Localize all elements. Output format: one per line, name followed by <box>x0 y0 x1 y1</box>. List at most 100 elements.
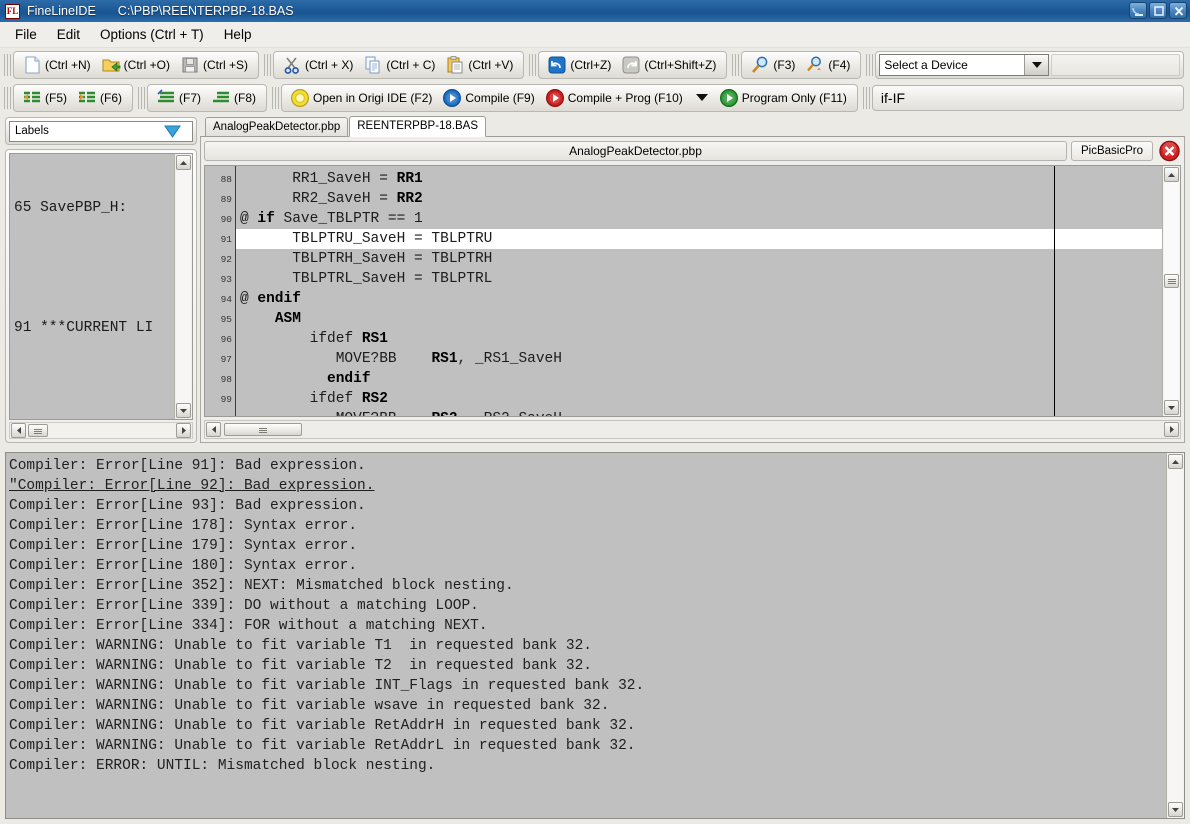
compile-and-program-button[interactable]: Compile + Prog (F10) <box>541 86 689 110</box>
scroll-down-icon[interactable] <box>176 403 191 418</box>
open-file-button[interactable]: (Ctrl +O) <box>97 53 176 77</box>
output-line[interactable]: Compiler: WARNING: Unable to fit variabl… <box>9 736 1166 756</box>
list-item[interactable] <box>14 258 174 278</box>
find-button[interactable]: (F3) <box>746 53 801 77</box>
output-line[interactable]: Compiler: Error[Line 339]: DO without a … <box>9 596 1166 616</box>
output-line[interactable]: Compiler: WARNING: Unable to fit variabl… <box>9 636 1166 656</box>
output-line[interactable]: Compiler: WARNING: Unable to fit variabl… <box>9 676 1166 696</box>
scroll-down-icon[interactable] <box>1164 400 1179 415</box>
menu-edit[interactable]: Edit <box>48 24 89 45</box>
code-line[interactable]: ifdef RS2 <box>236 389 1162 409</box>
find-next-button[interactable]: (F4) <box>801 53 856 77</box>
output-line[interactable]: Compiler: ERROR: UNTIL: Mismatched block… <box>9 756 1166 776</box>
device-combobox[interactable]: Select a Device <box>879 54 1049 76</box>
toolbar-grip[interactable] <box>529 54 536 76</box>
labels-mode-combobox[interactable]: Labels <box>9 121 193 142</box>
tab-analogpeakdetector[interactable]: AnalogPeakDetector.pbp <box>205 117 348 136</box>
cut-button[interactable]: (Ctrl + X) <box>278 53 359 77</box>
copy-button[interactable]: (Ctrl + C) <box>359 53 441 77</box>
editor-scroll-track[interactable] <box>1164 182 1179 400</box>
chevron-down-icon[interactable] <box>1024 55 1048 75</box>
close-circle-icon[interactable] <box>1157 140 1181 162</box>
toolbar-grip[interactable] <box>138 87 145 109</box>
menu-file[interactable]: File <box>6 24 46 45</box>
build-options-dropdown[interactable] <box>689 87 715 109</box>
open-in-original-ide-button[interactable]: Open in Origi IDE (F2) <box>286 86 438 110</box>
tab-reenterpbp[interactable]: REENTERPBP-18.BAS <box>349 116 486 137</box>
close-button[interactable] <box>1169 2 1187 19</box>
compiler-output-text[interactable]: Compiler: Error[Line 91]: Bad expression… <box>6 453 1166 818</box>
code-text[interactable]: RR1_SaveH = RR1 RR2_SaveH = RR2 @ if Sav… <box>236 166 1162 416</box>
language-button[interactable]: PicBasicPro <box>1071 141 1153 161</box>
save-file-button[interactable]: (Ctrl +S) <box>176 53 254 77</box>
scroll-down-icon[interactable] <box>1168 802 1183 817</box>
labels-scroll-track[interactable] <box>176 170 191 403</box>
output-line[interactable]: Compiler: Error[Line 179]: Syntax error. <box>9 536 1166 556</box>
output-vertical-scrollbar[interactable] <box>1166 453 1184 818</box>
code-line[interactable]: ifdef RS1 <box>236 329 1162 349</box>
scroll-right-icon[interactable] <box>1164 422 1179 437</box>
minimize-button[interactable] <box>1129 2 1147 19</box>
scroll-left-icon[interactable] <box>206 422 221 437</box>
new-file-button[interactable]: (Ctrl +N) <box>18 53 97 77</box>
code-line[interactable]: RR2_SaveH = RR2 <box>236 189 1162 209</box>
labels-horizontal-scrollbar[interactable] <box>9 422 193 439</box>
output-line-selected[interactable]: "Compiler: Error[Line 92]: Bad expressio… <box>9 476 1166 496</box>
undo-button[interactable]: (Ctrl+Z) <box>543 53 617 77</box>
editor-vscroll-thumb[interactable] <box>1164 274 1179 288</box>
scroll-left-icon[interactable] <box>11 423 26 438</box>
output-line[interactable]: Compiler: Error[Line 180]: Syntax error. <box>9 556 1166 576</box>
code-line[interactable]: @ if Save_TBLPTR == 1 <box>236 209 1162 229</box>
scroll-up-icon[interactable] <box>176 155 191 170</box>
menu-help[interactable]: Help <box>215 24 261 45</box>
compile-button[interactable]: Compile (F9) <box>438 86 540 110</box>
uncomment-lines-button[interactable]: (F8) <box>207 86 262 110</box>
code-line[interactable]: MOVE?BB RS1, _RS1_SaveH <box>236 349 1162 369</box>
code-line-current[interactable]: TBLPTRU_SaveH = TBLPTRU <box>236 229 1162 249</box>
editor-vertical-scrollbar[interactable] <box>1162 166 1180 416</box>
scroll-up-icon[interactable] <box>1168 454 1183 469</box>
output-line[interactable]: Compiler: Error[Line 91]: Bad expression… <box>9 456 1166 476</box>
labels-hscroll-thumb[interactable] <box>28 424 48 437</box>
maximize-button[interactable] <box>1149 2 1167 19</box>
comment-lines-button[interactable]: (F7) <box>152 86 207 110</box>
indent-left-button[interactable]: (F6) <box>73 86 128 110</box>
code-line[interactable]: endif <box>236 369 1162 389</box>
output-line[interactable]: Compiler: Error[Line 334]: FOR without a… <box>9 616 1166 636</box>
code-line[interactable]: ASM <box>236 309 1162 329</box>
editor-hscroll-thumb[interactable] <box>224 423 302 436</box>
output-line[interactable]: Compiler: Error[Line 178]: Syntax error. <box>9 516 1166 536</box>
toolbar-grip[interactable] <box>264 54 271 76</box>
output-line[interactable]: Compiler: Error[Line 352]: NEXT: Mismatc… <box>9 576 1166 596</box>
code-line[interactable]: MOVE?BB RS2, _RS2_SaveH <box>236 409 1162 416</box>
output-line[interactable]: Compiler: WARNING: Unable to fit variabl… <box>9 716 1166 736</box>
paste-button[interactable]: (Ctrl +V) <box>441 53 519 77</box>
code-editor[interactable]: 88 89 90 91 92 93 94 95 96 97 98 99 <box>204 165 1181 417</box>
toolbar-grip[interactable] <box>863 87 870 109</box>
scroll-up-icon[interactable] <box>1164 167 1179 182</box>
output-line[interactable]: Compiler: WARNING: Unable to fit variabl… <box>9 696 1166 716</box>
scroll-right-icon[interactable] <box>176 423 191 438</box>
menu-options[interactable]: Options (Ctrl + T) <box>91 24 213 45</box>
code-line[interactable]: @ endif <box>236 289 1162 309</box>
toolbar-grip[interactable] <box>272 87 279 109</box>
list-item[interactable]: 65 SavePBP_H: <box>14 198 174 218</box>
list-item[interactable]: 91 ***CURRENT LI <box>14 318 174 338</box>
list-item[interactable] <box>14 378 174 398</box>
code-line[interactable]: TBLPTRL_SaveH = TBLPTRL <box>236 269 1162 289</box>
labels-vertical-scrollbar[interactable] <box>174 154 192 419</box>
code-line[interactable]: RR1_SaveH = RR1 <box>236 169 1162 189</box>
indent-right-button[interactable]: (F5) <box>18 86 73 110</box>
redo-button[interactable]: (Ctrl+Shift+Z) <box>617 53 722 77</box>
output-line[interactable]: Compiler: WARNING: Unable to fit variabl… <box>9 656 1166 676</box>
toolbar-grip[interactable] <box>866 54 873 76</box>
program-only-button[interactable]: Program Only (F11) <box>715 86 853 110</box>
compiler-output-pane[interactable]: Compiler: Error[Line 91]: Bad expression… <box>5 452 1185 819</box>
editor-horizontal-scrollbar[interactable] <box>204 420 1181 439</box>
labels-list[interactable]: 65 SavePBP_H: 91 ***CURRENT LI 152 Resto… <box>10 154 174 419</box>
toolbar-grip[interactable] <box>4 87 11 109</box>
code-line[interactable]: TBLPTRH_SaveH = TBLPTRH <box>236 249 1162 269</box>
output-scroll-track[interactable] <box>1168 469 1183 802</box>
toolbar-grip[interactable] <box>732 54 739 76</box>
toolbar-grip[interactable] <box>4 54 11 76</box>
